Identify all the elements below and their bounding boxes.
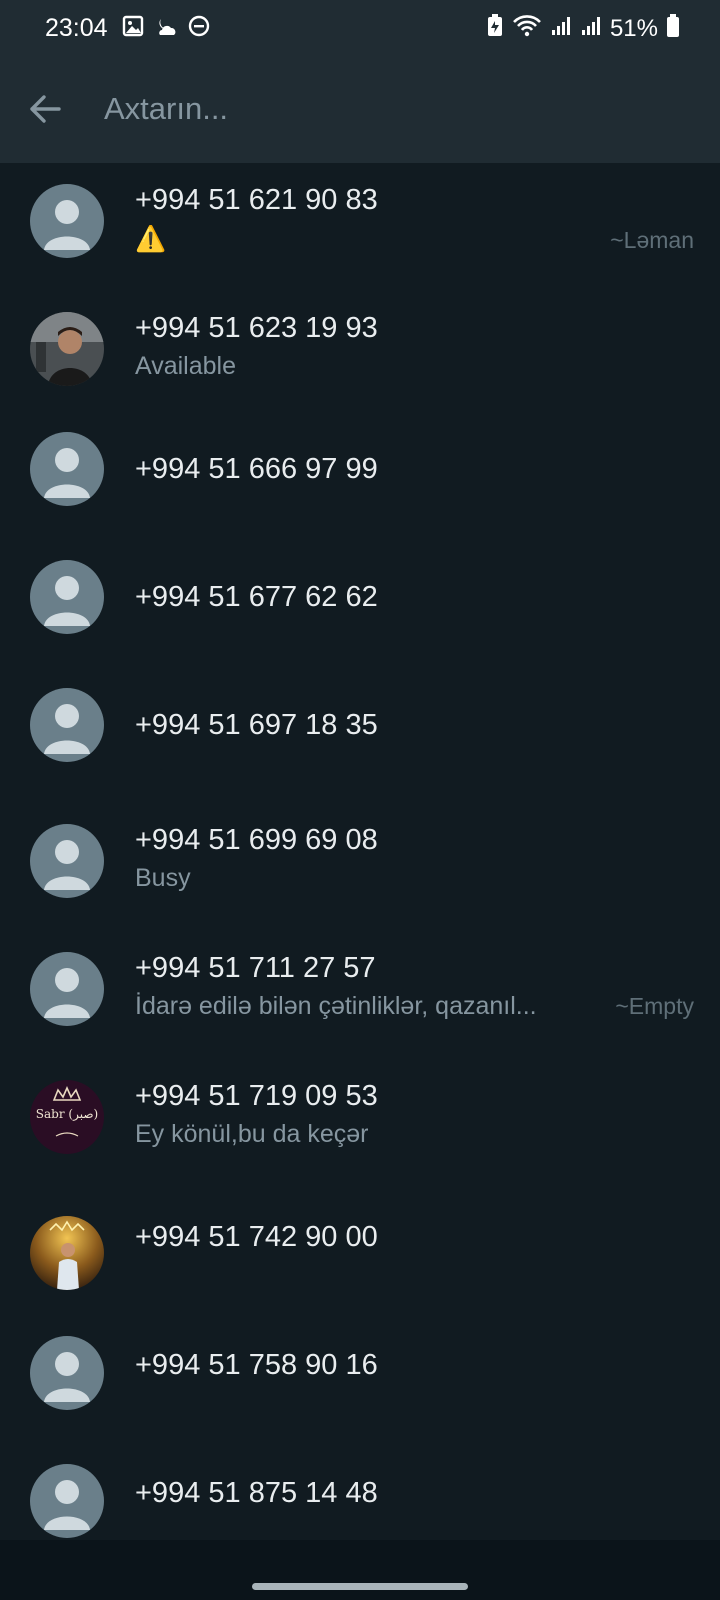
image-icon: [122, 15, 144, 42]
home-gesture-handle[interactable]: [252, 1583, 468, 1590]
contact-name: +994 51 719 09 53: [135, 1080, 378, 1112]
battery-icon: [666, 14, 680, 43]
contact-row[interactable]: +994 51 742 90 00: [0, 1187, 720, 1315]
do-not-disturb-icon: [188, 15, 210, 42]
contact-alias: ~Ləman: [610, 227, 694, 253]
contact-name: +994 51 697 18 35: [135, 709, 378, 741]
default-avatar-icon: [44, 200, 90, 250]
search-input[interactable]: [104, 84, 664, 134]
avatar: [30, 1464, 104, 1538]
battery-percent: 51%: [609, 14, 658, 42]
avatar: [30, 432, 104, 506]
contact-status: İdarə edilə bilən çətinliklər, qazanıl..…: [135, 992, 537, 1020]
notification-icons: [122, 15, 210, 42]
profile-photo: [30, 1216, 104, 1290]
contact-status: Busy: [135, 864, 191, 892]
default-avatar-icon: [44, 968, 90, 1018]
contact-status: Ey könül,bu da keçər: [135, 1120, 369, 1148]
profile-photo: [30, 312, 104, 386]
contact-alias: ~Empty: [615, 993, 694, 1019]
status-bar: 23:04 51%: [0, 0, 720, 58]
contact-name: +994 51 623 19 93: [135, 312, 378, 344]
contact-name: +994 51 666 97 99: [135, 453, 378, 485]
contact-row[interactable]: +994 51 621 90 83 ⚠️ ~Ləman: [0, 163, 720, 291]
default-avatar-icon: [44, 576, 90, 626]
contact-name: +994 51 621 90 83: [135, 184, 378, 216]
contact-row[interactable]: +994 51 711 27 57 İdarə edilə bilən çəti…: [0, 931, 720, 1059]
contact-name: +994 51 875 14 48: [135, 1477, 378, 1509]
avatar: Sabr (صبر): [30, 1080, 104, 1154]
contact-row[interactable]: +994 51 758 90 16: [0, 1315, 720, 1443]
wifi-icon: [512, 14, 542, 43]
avatar: [30, 952, 104, 1026]
contact-name: +994 51 758 90 16: [135, 1349, 378, 1381]
contact-name: +994 51 677 62 62: [135, 581, 378, 613]
signal-icon: [550, 15, 572, 42]
contact-name: +994 51 742 90 00: [135, 1221, 378, 1253]
contact-row[interactable]: Sabr (صبر) +994 51 719 09 53 Ey könül,bu…: [0, 1059, 720, 1187]
system-navigation-bar: [0, 1540, 720, 1600]
default-avatar-icon: [44, 448, 90, 498]
default-avatar-icon: [44, 1480, 90, 1530]
avatar: [30, 1336, 104, 1410]
contact-row[interactable]: +994 51 699 69 08 Busy: [0, 803, 720, 931]
contact-name: +994 51 699 69 08: [135, 824, 378, 856]
default-avatar-icon: [44, 1352, 90, 1402]
arrow-left-icon: [30, 95, 61, 123]
contact-status: Available: [135, 352, 237, 380]
weather-icon: [154, 15, 178, 42]
search-bar: [0, 58, 720, 163]
signal-icon: [580, 15, 602, 42]
avatar: [30, 312, 104, 386]
avatar: [30, 560, 104, 634]
status-time: 23:04: [45, 14, 108, 42]
contact-row[interactable]: +994 51 677 62 62: [0, 547, 720, 675]
contact-row[interactable]: +994 51 623 19 93 Available: [0, 291, 720, 419]
system-icons: 51%: [486, 14, 680, 43]
avatar-text: Sabr (صبر): [35, 1107, 99, 1121]
back-button[interactable]: [24, 88, 66, 130]
contact-row[interactable]: +994 51 666 97 99: [0, 419, 720, 547]
default-avatar-icon: [44, 704, 90, 754]
avatar: [30, 824, 104, 898]
contact-name: +994 51 711 27 57: [135, 952, 376, 984]
default-avatar-icon: [44, 840, 90, 890]
avatar: [30, 1216, 104, 1290]
avatar: [30, 184, 104, 258]
battery-saver-icon: [486, 14, 504, 43]
contact-row[interactable]: +994 51 697 18 35: [0, 675, 720, 803]
warning-icon: ⚠️: [135, 225, 167, 253]
avatar: [30, 688, 104, 762]
